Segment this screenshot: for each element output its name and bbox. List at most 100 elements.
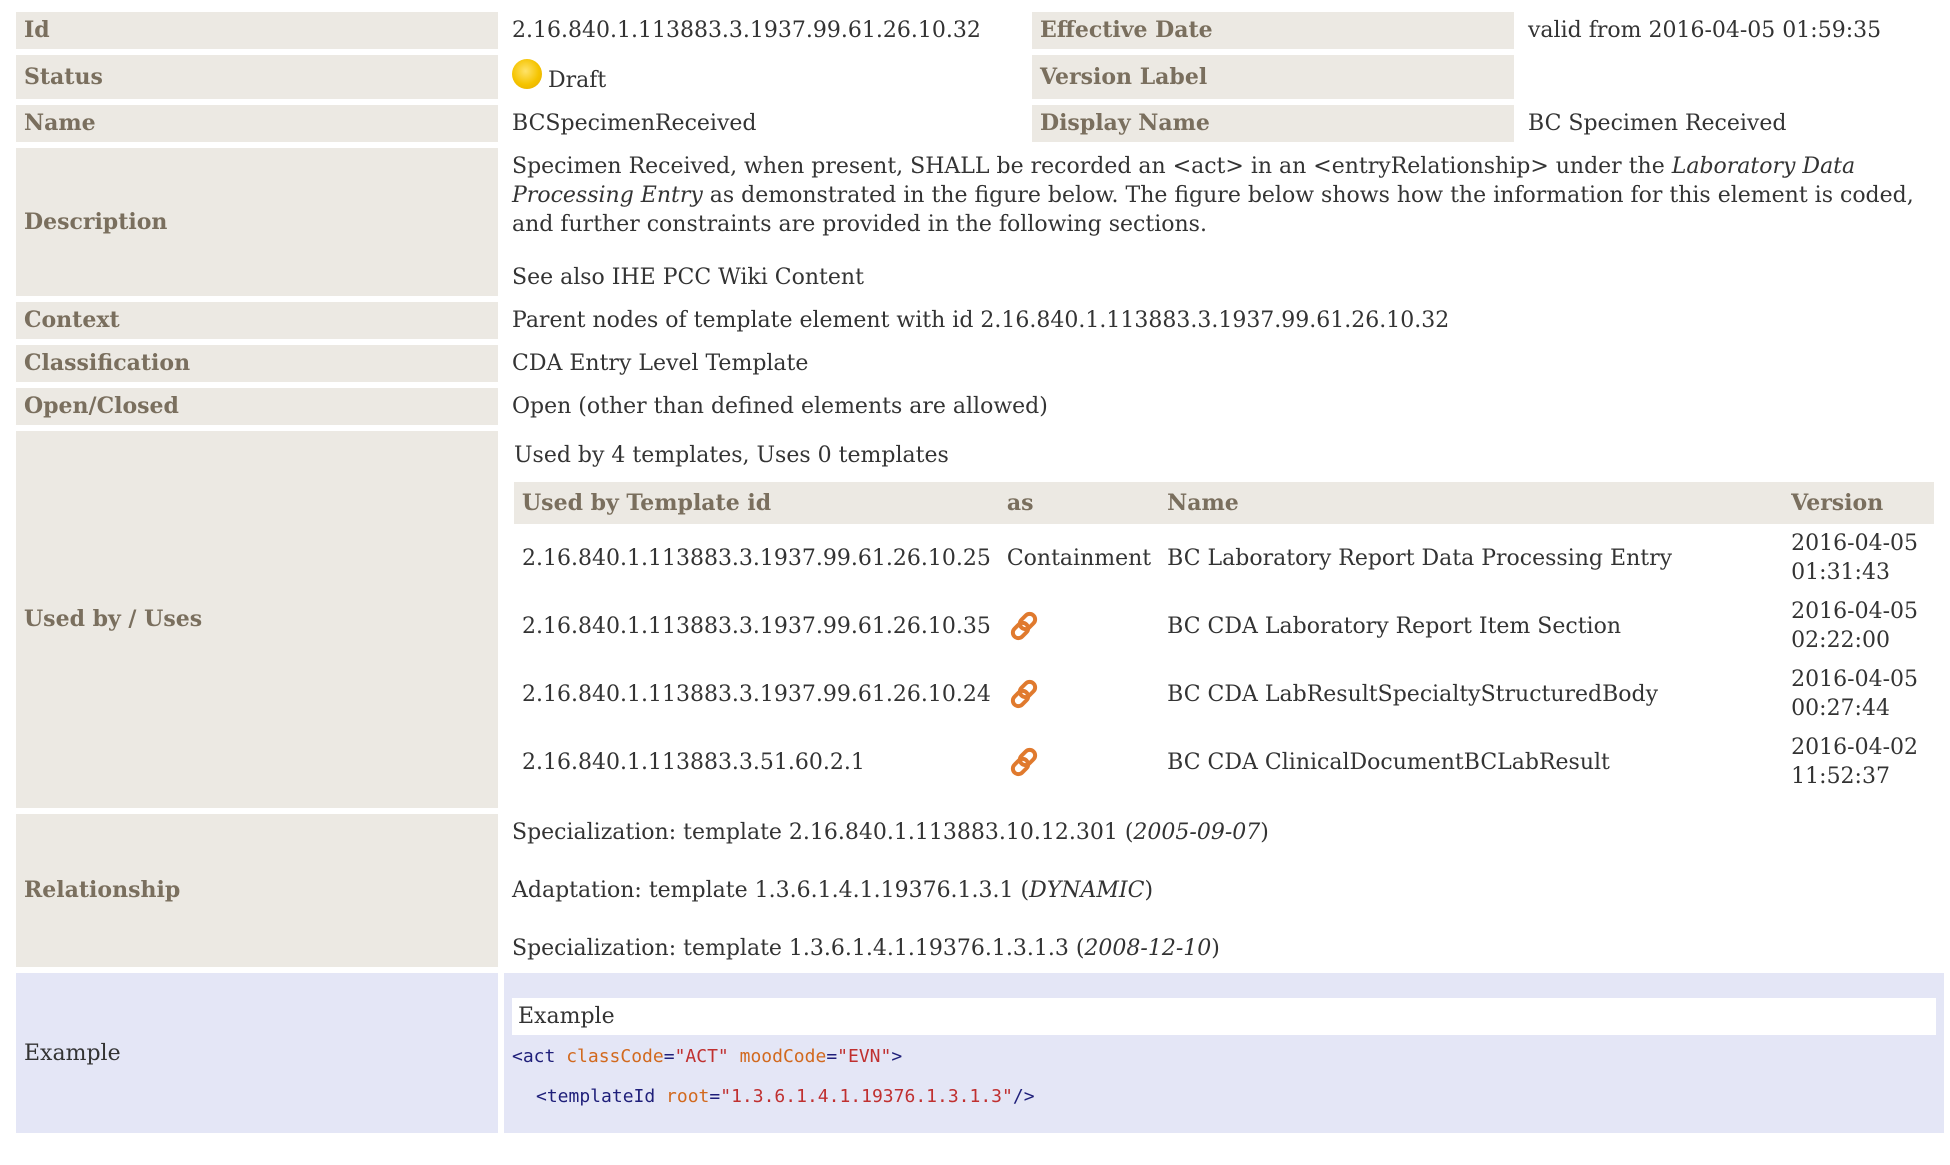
version-time: 02:22:00 <box>1791 628 1890 653</box>
version-time: 01:31:43 <box>1791 560 1890 585</box>
open-closed-label: Open/Closed <box>16 388 498 425</box>
relationship-date: 2005-09-07 <box>1133 820 1261 845</box>
used-by-value: Used by 4 templates, Uses 0 templates Us… <box>504 431 1944 808</box>
description-text-a: Specimen Received, when present, SHALL b… <box>512 154 1672 179</box>
status-draft-icon <box>512 59 542 89</box>
version-label-label: Version Label <box>1032 55 1514 99</box>
relationship-item: Adaptation: template 1.3.6.1.4.1.19376.1… <box>512 876 1936 905</box>
code-val: "ACT" <box>674 1045 729 1067</box>
used-by-row[interactable]: 2.16.840.1.113883.3.1937.99.61.26.10.24 B… <box>514 660 1934 728</box>
row-context: Context Parent nodes of template element… <box>16 302 1944 339</box>
description-see-also: See also IHE PCC Wiki Content <box>512 265 864 290</box>
as-cell: Containment <box>998 524 1160 592</box>
code-tag-close: > <box>891 1045 903 1067</box>
relationship-date: 2008-12-10 <box>1084 936 1212 961</box>
row-classification: Classification CDA Entry Level Template <box>16 345 1944 382</box>
template-properties-table: Id 2.16.840.1.113883.3.1937.99.61.26.10.… <box>10 6 1950 1139</box>
status-text: Draft <box>548 68 607 93</box>
used-by-row[interactable]: 2.16.840.1.113883.3.51.60.2.1 BC CDA Clin… <box>514 728 1934 796</box>
template-name-cell[interactable]: BC CDA ClinicalDocumentBCLabResult <box>1159 728 1784 796</box>
relationship-suffix: ) <box>1211 936 1220 961</box>
relationship-value: Specialization: template 2.16.840.1.1138… <box>504 814 1944 967</box>
code-tag-close: /> <box>1012 1085 1035 1107</box>
as-cell <box>998 660 1160 728</box>
example-value: Example <act classCode="ACT" moodCode="E… <box>504 973 1944 1133</box>
version-time: 00:27:44 <box>1791 696 1890 721</box>
row-open-closed: Open/Closed Open (other than defined ele… <box>16 388 1944 425</box>
used-by-row[interactable]: 2.16.840.1.113883.3.1937.99.61.26.10.35 B… <box>514 592 1934 660</box>
display-name-label: Display Name <box>1032 105 1514 142</box>
as-cell <box>998 728 1160 796</box>
relationship-text[interactable]: Specialization: template 2.16.840.1.1138… <box>512 820 1133 845</box>
row-name: Name BCSpecimenReceived Display Name BC … <box>16 105 1944 142</box>
relationship-text[interactable]: Adaptation: template 1.3.6.1.4.1.19376.1… <box>512 878 1029 903</box>
used-by-row[interactable]: 2.16.840.1.113883.3.1937.99.61.26.10.25 C… <box>514 524 1934 592</box>
id-label: Id <box>16 12 498 49</box>
name-value: BCSpecimenReceived <box>504 105 1026 142</box>
template-id-cell[interactable]: 2.16.840.1.113883.3.1937.99.61.26.10.24 <box>514 660 999 728</box>
version-cell: 2016-04-02 11:52:37 <box>1783 728 1934 796</box>
relationship-item: Specialization: template 1.3.6.1.4.1.193… <box>512 934 1936 963</box>
template-id-cell[interactable]: 2.16.840.1.113883.3.1937.99.61.26.10.35 <box>514 592 999 660</box>
link-icon[interactable] <box>1007 677 1151 711</box>
code-line-templateid: <templateId root="1.3.6.1.4.1.19376.1.3.… <box>512 1085 1936 1109</box>
used-by-header-row: Used by Template id as Name Version <box>514 482 1934 524</box>
version-date: 2016-04-05 <box>1791 667 1918 692</box>
example-code: <act classCode="ACT" moodCode="EVN"> <te… <box>512 1045 1936 1109</box>
used-by-label: Used by / Uses <box>16 431 498 808</box>
as-cell <box>998 592 1160 660</box>
template-id-cell[interactable]: 2.16.840.1.113883.3.51.60.2.1 <box>514 728 999 796</box>
row-status: Status Draft Version Label <box>16 55 1944 99</box>
code-line-act: <act classCode="ACT" moodCode="EVN"> <box>512 1045 1936 1069</box>
template-detail: Id 2.16.840.1.113883.3.1937.99.61.26.10.… <box>10 6 1950 1139</box>
context-value: Parent nodes of template element with id… <box>504 302 1944 339</box>
code-attr: moodCode <box>739 1045 827 1067</box>
code-attr: root <box>666 1085 710 1107</box>
classification-value: CDA Entry Level Template <box>504 345 1944 382</box>
status-label: Status <box>16 55 498 99</box>
column-header-name[interactable]: Name <box>1159 482 1784 524</box>
version-time: 11:52:37 <box>1791 764 1890 789</box>
column-header-version[interactable]: Version <box>1783 482 1934 524</box>
link-icon[interactable] <box>1007 609 1151 643</box>
id-value: 2.16.840.1.113883.3.1937.99.61.26.10.32 <box>504 12 1026 49</box>
classification-label: Classification <box>16 345 498 382</box>
relationship-text[interactable]: Specialization: template 1.3.6.1.4.1.193… <box>512 936 1084 961</box>
version-cell: 2016-04-05 01:31:43 <box>1783 524 1934 592</box>
relationship-label: Relationship <box>16 814 498 967</box>
code-val: "EVN" <box>837 1045 892 1067</box>
code-tag-open: <act <box>512 1045 567 1067</box>
used-by-rows: 2.16.840.1.113883.3.1937.99.61.26.10.25 C… <box>514 524 1934 796</box>
code-eq: = <box>663 1045 675 1067</box>
template-name-cell[interactable]: BC Laboratory Report Data Processing Ent… <box>1159 524 1784 592</box>
link-icon[interactable] <box>1007 745 1151 779</box>
used-by-table: Used by Template id as Name Version 2.16… <box>514 482 1934 796</box>
version-date: 2016-04-05 <box>1791 531 1918 556</box>
example-title[interactable]: Example <box>512 997 1936 1035</box>
template-id-cell[interactable]: 2.16.840.1.113883.3.1937.99.61.26.10.25 <box>514 524 999 592</box>
code-tag-open: <templateId <box>536 1085 667 1107</box>
template-name-cell[interactable]: BC CDA Laboratory Report Item Section <box>1159 592 1784 660</box>
code-eq: = <box>826 1045 838 1067</box>
column-header-template-id[interactable]: Used by Template id <box>514 482 999 524</box>
effective-date-value: valid from 2016-04-05 01:59:35 <box>1520 12 1944 49</box>
version-date: 2016-04-02 <box>1791 735 1918 760</box>
name-label: Name <box>16 105 498 142</box>
description-value: Specimen Received, when present, SHALL b… <box>504 148 1944 296</box>
version-label-value <box>1520 55 1944 99</box>
code-attr: classCode <box>566 1045 664 1067</box>
relationship-suffix: ) <box>1260 820 1269 845</box>
column-header-as[interactable]: as <box>998 482 1160 524</box>
version-date: 2016-04-05 <box>1791 599 1918 624</box>
relationship-item: Specialization: template 2.16.840.1.1138… <box>512 818 1936 847</box>
row-relationship: Relationship Specialization: template 2.… <box>16 814 1944 967</box>
description-text-b: as demonstrated in the figure below. The… <box>512 183 1914 237</box>
row-example: Example Example <act classCode="ACT" moo… <box>16 973 1944 1133</box>
open-closed-value: Open (other than defined elements are al… <box>504 388 1944 425</box>
row-used-by: Used by / Uses Used by 4 templates, Uses… <box>16 431 1944 808</box>
status-value: Draft <box>504 55 1026 99</box>
display-name-value: BC Specimen Received <box>1520 105 1944 142</box>
description-label: Description <box>16 148 498 296</box>
template-name-cell[interactable]: BC CDA LabResultSpecialtyStructuredBody <box>1159 660 1784 728</box>
